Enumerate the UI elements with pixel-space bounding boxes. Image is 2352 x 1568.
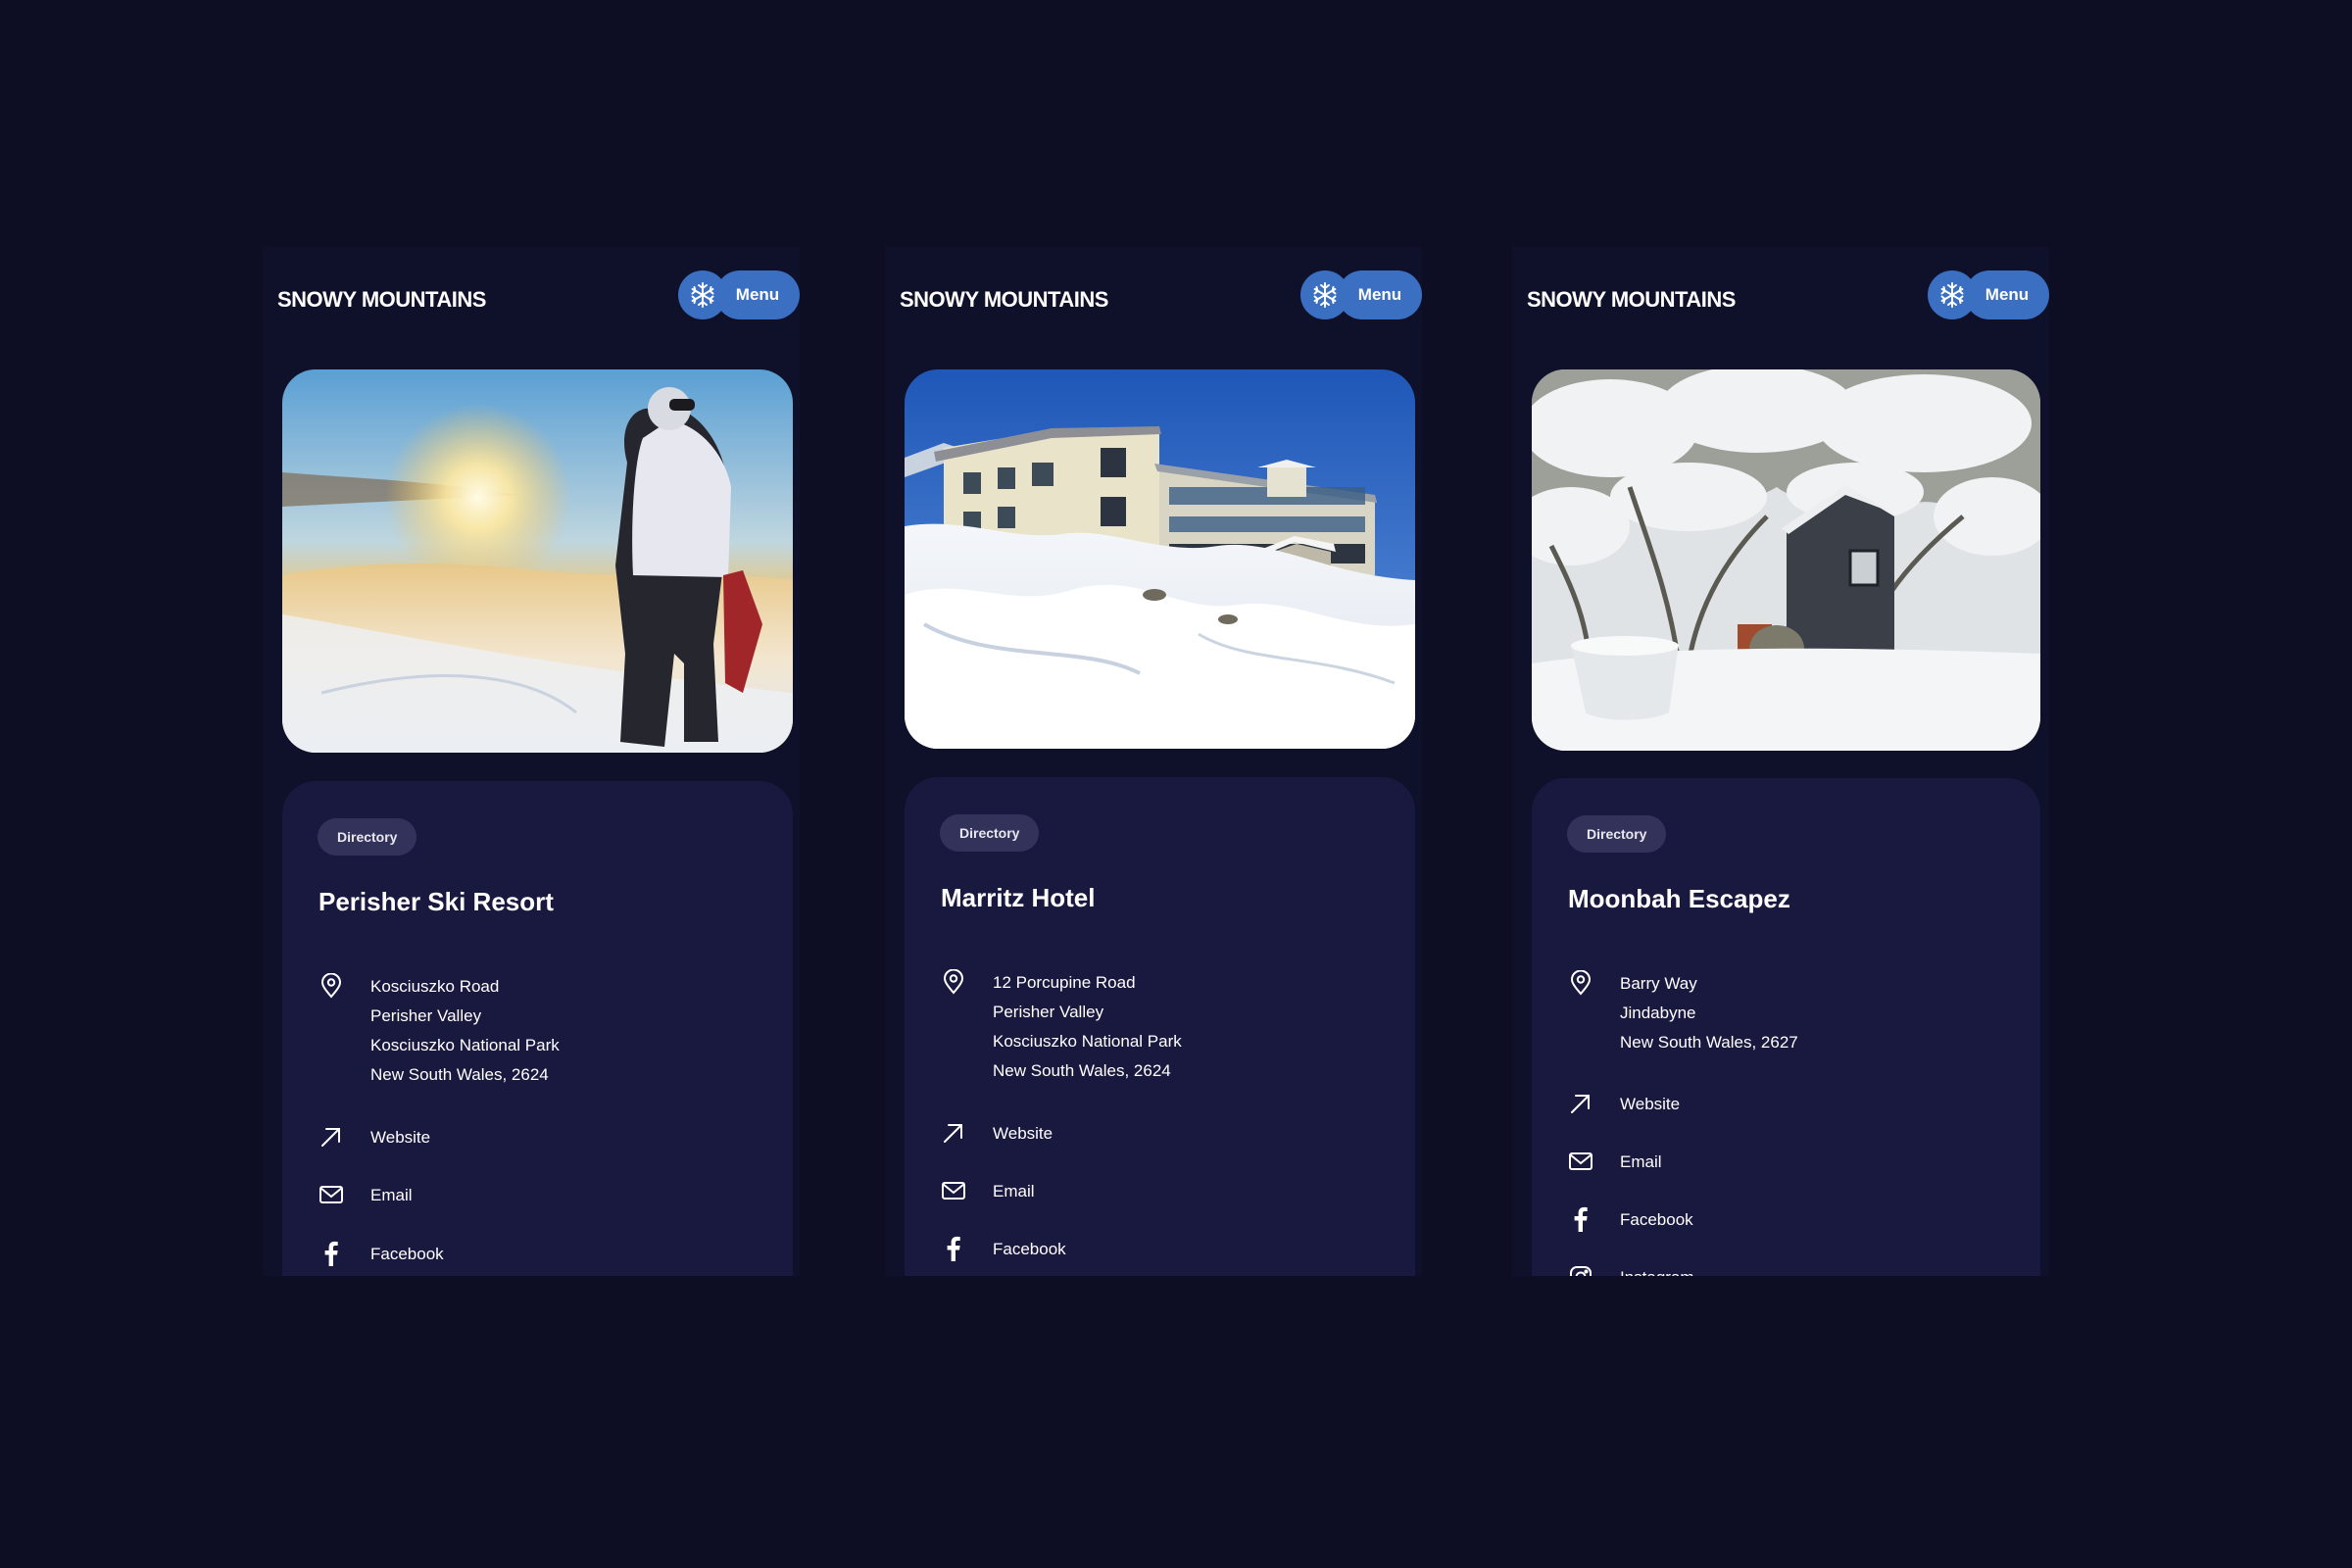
facebook-link[interactable]: Facebook	[940, 1235, 1066, 1264]
arrow-up-right-icon	[318, 1123, 345, 1151]
menu-button[interactable]: Menu	[715, 270, 800, 319]
screen-moonbah: SNOWY MOUNTAINS Menu Directory Moonbah E…	[1512, 247, 2049, 1276]
website-label[interactable]: Website	[993, 1119, 1053, 1149]
website-link[interactable]: Website	[1567, 1090, 1680, 1119]
directory-tag[interactable]: Directory	[1567, 815, 1667, 853]
menu-button[interactable]: Menu	[1965, 270, 2049, 319]
instagram-label[interactable]: Instagram	[1620, 1263, 1694, 1276]
email-label[interactable]: Email	[1620, 1148, 1662, 1177]
listing-card: Directory Marritz Hotel 12 Porcupine Roa…	[905, 777, 1415, 1276]
brand-logo[interactable]: SNOWY MOUNTAINS	[277, 287, 486, 313]
listing-card: Directory Moonbah Escapez Barry Way Jind…	[1532, 778, 2040, 1276]
address-line: New South Wales, 2627	[1620, 1033, 1798, 1052]
address-line: Kosciuszko Road	[370, 977, 500, 996]
map-pin-icon	[318, 972, 345, 1000]
listing-title: Moonbah Escapez	[1568, 884, 1790, 913]
envelope-icon	[318, 1181, 345, 1208]
map-pin-icon	[1567, 969, 1594, 997]
address-line: Jindabyne	[1620, 1004, 1696, 1022]
address-row: 12 Porcupine Road Perisher Valley Kosciu…	[940, 968, 1182, 1086]
facebook-link[interactable]: Facebook	[318, 1240, 444, 1269]
brand-logo[interactable]: SNOWY MOUNTAINS	[1527, 287, 1736, 313]
envelope-icon	[940, 1177, 967, 1204]
page-footer-space	[0, 1276, 2352, 1568]
screen-perisher: SNOWY MOUNTAINS Menu Directory Perisher …	[263, 247, 800, 1276]
map-pin-icon	[940, 968, 967, 996]
email-link[interactable]: Email	[940, 1177, 1035, 1206]
screen-marritz: SNOWY MOUNTAINS Menu Directory Marritz H…	[885, 247, 1422, 1276]
facebook-label[interactable]: Facebook	[370, 1240, 444, 1269]
address-line: Perisher Valley	[993, 1003, 1104, 1021]
directory-tag[interactable]: Directory	[940, 814, 1040, 852]
address-line: New South Wales, 2624	[370, 1065, 549, 1084]
facebook-label[interactable]: Facebook	[993, 1235, 1066, 1264]
email-label[interactable]: Email	[370, 1181, 413, 1210]
address-line: 12 Porcupine Road	[993, 973, 1136, 992]
instagram-link[interactable]: Instagram	[1567, 1263, 1694, 1276]
listing-title: Marritz Hotel	[941, 883, 1096, 912]
email-link[interactable]: Email	[318, 1181, 413, 1210]
snowflake-icon	[691, 282, 714, 308]
header: SNOWY MOUNTAINS Menu	[277, 267, 800, 325]
website-label[interactable]: Website	[1620, 1090, 1680, 1119]
email-link[interactable]: Email	[1567, 1148, 1662, 1177]
website-link[interactable]: Website	[318, 1123, 430, 1152]
listing-card: Directory Perisher Ski Resort Kosciuszko…	[282, 781, 793, 1276]
facebook-icon	[940, 1235, 967, 1262]
website-link[interactable]: Website	[940, 1119, 1053, 1149]
directory-tag[interactable]: Directory	[318, 818, 417, 856]
address-line: New South Wales, 2624	[993, 1061, 1171, 1080]
address-row: Kosciuszko Road Perisher Valley Kosciusz…	[318, 972, 560, 1090]
facebook-icon	[318, 1240, 345, 1267]
header: SNOWY MOUNTAINS Menu	[900, 267, 1422, 325]
website-label[interactable]: Website	[370, 1123, 430, 1152]
address-line: Barry Way	[1620, 974, 1697, 993]
header: SNOWY MOUNTAINS Menu	[1527, 267, 2049, 325]
snowflake-icon	[1940, 282, 1964, 308]
facebook-label[interactable]: Facebook	[1620, 1205, 1693, 1235]
address-line: Kosciuszko National Park	[993, 1032, 1182, 1051]
email-label[interactable]: Email	[993, 1177, 1035, 1206]
envelope-icon	[1567, 1148, 1594, 1175]
address-row: Barry Way Jindabyne New South Wales, 262…	[1567, 969, 1798, 1057]
address-line: Kosciuszko National Park	[370, 1036, 560, 1054]
snowflake-icon	[1313, 282, 1337, 308]
listing-title: Perisher Ski Resort	[318, 887, 554, 916]
menu-button[interactable]: Menu	[1338, 270, 1422, 319]
arrow-up-right-icon	[940, 1119, 967, 1147]
instagram-icon	[1567, 1263, 1594, 1276]
arrow-up-right-icon	[1567, 1090, 1594, 1117]
address-line: Perisher Valley	[370, 1006, 482, 1025]
listing-photo	[1532, 369, 2040, 751]
facebook-icon	[1567, 1205, 1594, 1233]
listing-photo	[905, 369, 1415, 749]
brand-logo[interactable]: SNOWY MOUNTAINS	[900, 287, 1108, 313]
facebook-link[interactable]: Facebook	[1567, 1205, 1693, 1235]
listing-photo	[282, 369, 793, 753]
